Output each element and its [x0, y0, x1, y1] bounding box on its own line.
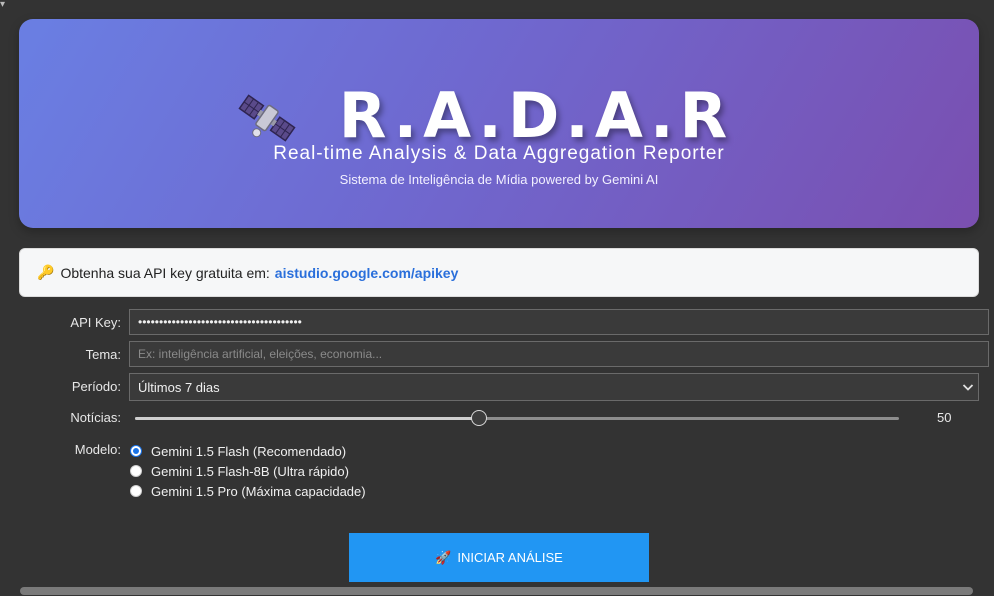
app-page: ▾ R.A.D.A.R Real-time Analysis & Data Ag…	[0, 0, 994, 596]
modelo-option-pro[interactable]: Gemini 1.5 Pro (Máxima capacidade)	[129, 481, 366, 501]
modelo-option-flash[interactable]: Gemini 1.5 Flash (Recomendado)	[129, 441, 366, 461]
noticias-slider[interactable]	[135, 410, 899, 426]
modelo-option-flash-8b[interactable]: Gemini 1.5 Flash-8B (Ultra rápido)	[129, 461, 366, 481]
api-key-input[interactable]: •••••••••••••••••••••••••••••••••••••••	[129, 309, 989, 335]
slider-thumb[interactable]	[470, 410, 487, 426]
periodo-select[interactable]: Últimos 7 dias	[129, 373, 979, 401]
periodo-selected-value: Últimos 7 dias	[138, 379, 220, 395]
noticias-row: Notícias: 50	[0, 404, 994, 432]
notice-text: Obtenha sua API key gratuita em:	[60, 264, 270, 281]
tema-input[interactable]: Ex: inteligência artificial, eleições, e…	[129, 341, 989, 367]
tema-label: Tema:	[85, 347, 121, 362]
key-icon: 🔑	[37, 264, 55, 280]
modelo-option-label: Gemini 1.5 Flash (Recomendado)	[151, 443, 347, 459]
corner-arrow-icon: ▾	[0, 0, 6, 10]
api-key-link[interactable]: aistudio.google.com/apikey	[275, 265, 459, 281]
radio-button[interactable]	[130, 445, 142, 457]
hero-banner: R.A.D.A.R Real-time Analysis & Data Aggr…	[19, 19, 979, 228]
api-key-notice: 🔑 Obtenha sua API key gratuita em: aistu…	[19, 248, 979, 297]
app-subtitle: Real-time Analysis & Data Aggregation Re…	[273, 143, 725, 164]
modelo-option-label: Gemini 1.5 Flash-8B (Ultra rápido)	[151, 463, 349, 479]
satellite-icon	[238, 94, 296, 142]
radio-button[interactable]	[130, 465, 142, 477]
chevron-down-icon	[962, 384, 974, 391]
noticias-label: Notícias:	[70, 410, 121, 425]
api-key-row: API Key: •••••••••••••••••••••••••••••••…	[0, 309, 994, 337]
modelo-radio-group: Gemini 1.5 Flash (Recomendado) Gemini 1.…	[129, 441, 366, 501]
start-analysis-button[interactable]: 🚀 INICIAR ANÁLISE	[349, 533, 649, 582]
periodo-row: Período: Últimos 7 dias	[0, 373, 994, 401]
api-key-label: API Key:	[70, 315, 121, 330]
noticias-value: 50	[937, 410, 952, 425]
rocket-icon: 🚀	[435, 549, 452, 565]
tema-row: Tema: Ex: inteligência artificial, eleiç…	[0, 341, 994, 369]
modelo-label: Modelo:	[74, 442, 121, 457]
horizontal-scrollbar[interactable]	[20, 587, 973, 595]
app-title: R.A.D.A.R	[338, 78, 734, 152]
app-tagline: Sistema de Inteligência de Mídia powered…	[339, 172, 659, 187]
modelo-option-label: Gemini 1.5 Pro (Máxima capacidade)	[151, 483, 366, 499]
start-analysis-label: INICIAR ANÁLISE	[457, 550, 563, 565]
periodo-label: Período:	[71, 379, 121, 394]
radio-button[interactable]	[130, 485, 142, 497]
slider-fill	[135, 417, 479, 420]
